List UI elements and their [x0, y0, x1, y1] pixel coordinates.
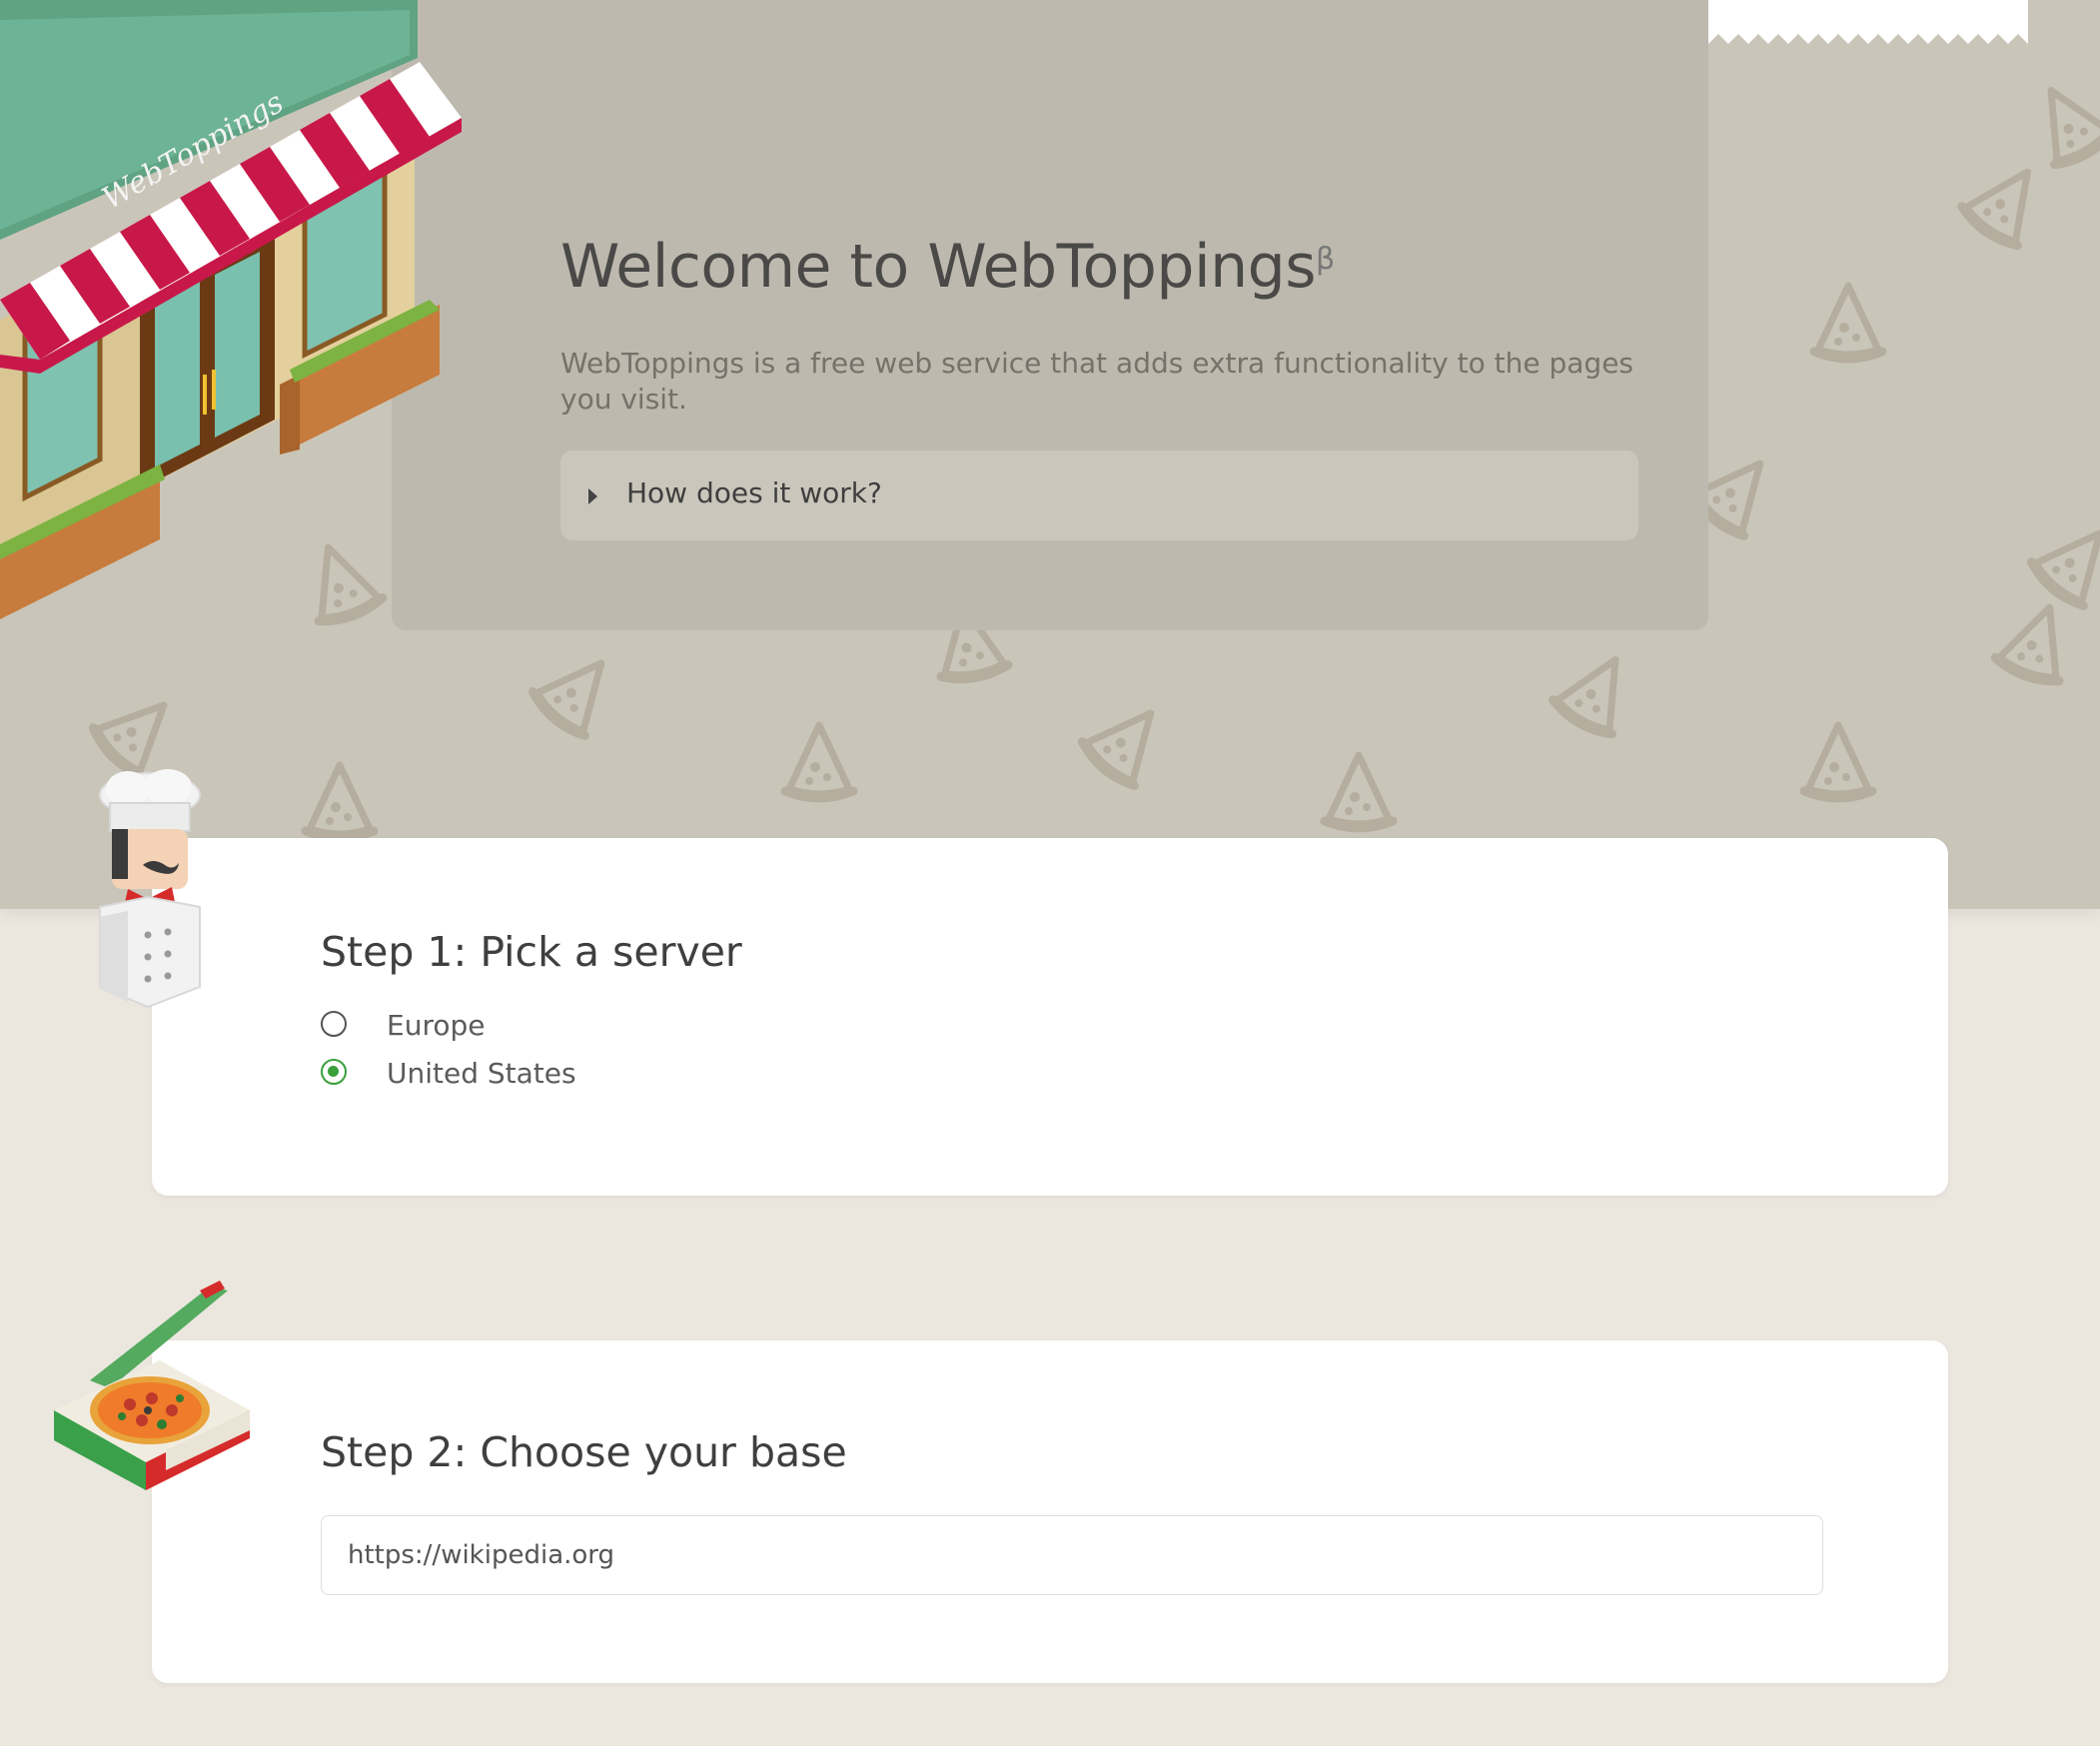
pizza-slice-icon: [1993, 595, 2082, 687]
pizza-slice-icon: [1804, 725, 1872, 798]
page-title-text: Welcome to WebToppings: [560, 232, 1317, 302]
chef-illustration: [99, 769, 201, 1009]
pizza-slice-icon: [1325, 755, 1393, 828]
pizza-slice-icon: [1814, 286, 1882, 359]
pizza-box-illustration: [54, 1281, 250, 1490]
how-it-works-accordion[interactable]: How does it work?: [560, 450, 1638, 540]
step2-card: Step 2: Choose your base: [152, 1340, 1948, 1683]
pizza-slice-icon: [2022, 74, 2100, 171]
radio-united-states[interactable]: [321, 1059, 347, 1085]
shop-illustration: WebToppings: [0, 0, 462, 619]
radio-label-united-states: United States: [387, 1057, 576, 1090]
pizza-slice-icon: [2027, 511, 2100, 611]
caret-right-icon: [588, 488, 597, 504]
pizza-slice-icon: [1078, 691, 1177, 791]
pizza-slice-icon: [88, 681, 188, 781]
pizza-slice-icon: [785, 725, 853, 798]
accordion-label: How does it work?: [626, 476, 882, 509]
pizza-slice-icon: [1958, 153, 2056, 252]
pizza-slice-icon: [306, 765, 374, 838]
hero-description: WebToppings is a free web service that a…: [560, 347, 1634, 416]
step1-title: Step 1: Pick a server: [321, 928, 742, 976]
step1-card: Step 1: Pick a server Europe United Stat…: [152, 838, 1948, 1196]
radio-europe[interactable]: [321, 1011, 347, 1037]
page-title: Welcome to WebToppingsβ: [560, 232, 1335, 302]
base-url-input[interactable]: [321, 1515, 1823, 1595]
beta-badge: β: [1316, 242, 1335, 277]
pizza-slice-icon: [1550, 643, 1644, 740]
step2-title: Step 2: Choose your base: [321, 1428, 847, 1476]
radio-label-europe: Europe: [387, 1009, 486, 1042]
pizza-slice-icon: [528, 641, 627, 741]
